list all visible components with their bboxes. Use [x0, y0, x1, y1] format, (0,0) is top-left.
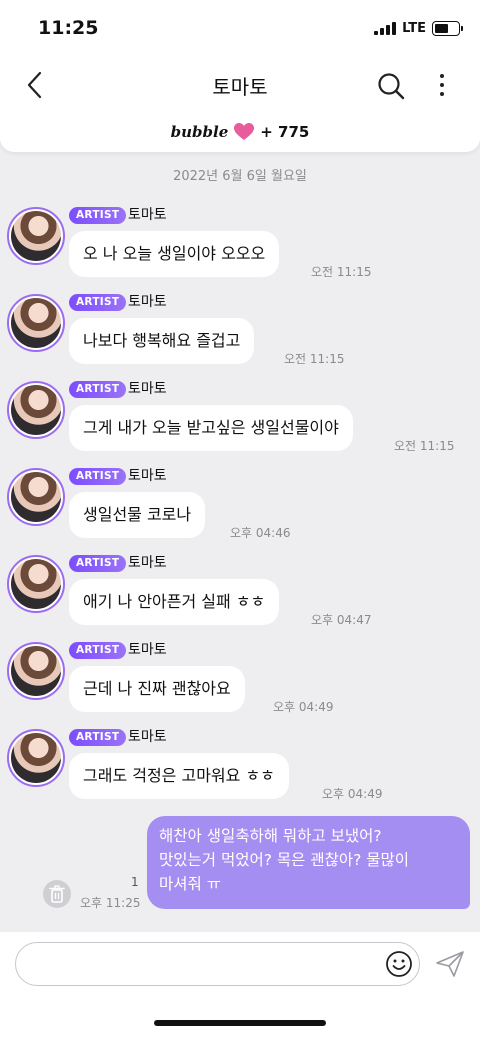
sender-name: 토마토: [128, 555, 167, 571]
message-row: ARTIST 토마토 생일선물 코로나 오후 04:46: [0, 468, 480, 548]
message-time: 오전 11:15: [284, 352, 345, 366]
battery-icon: [432, 21, 463, 36]
message-row: ARTIST 토마토 오 나 오늘 생일이야 오오오 오전 11:15: [0, 207, 480, 287]
message-input[interactable]: [32, 943, 382, 985]
message-row: ARTIST 토마토 나보다 행복해요 즐겁고 오전 11:15: [0, 294, 480, 374]
avatar[interactable]: [7, 468, 65, 526]
date-separator: 2022년 6월 6일 월요일: [173, 169, 307, 184]
sent-message-line: 맛있는거 먹었어? 목은 괜찮아? 물많이: [159, 851, 410, 869]
sender-name: 토마토: [128, 294, 167, 310]
message-input-box: [15, 942, 420, 986]
sent-message-line: 마셔줘 ㅠ: [159, 875, 221, 893]
avatar[interactable]: [7, 207, 65, 265]
message-row: ARTIST 토마토 애기 나 안아픈거 실패 ㅎㅎ 오후 04:47: [0, 555, 480, 635]
artist-badge: ARTIST: [69, 207, 127, 224]
sender-name: 토마토: [128, 729, 167, 745]
artist-badge: ARTIST: [69, 555, 127, 572]
sender-name: 토마토: [128, 381, 167, 397]
message-bubble[interactable]: 그래도 걱정은 고마워요 ㅎㅎ: [69, 753, 289, 799]
bubble-banner[interactable]: bubble + 775: [0, 112, 480, 152]
unread-count: 1: [131, 875, 139, 889]
smiley-icon: [386, 951, 412, 977]
home-indicator: [154, 1020, 326, 1026]
trash-icon: [49, 885, 65, 903]
status-time: 11:25: [38, 17, 99, 39]
heart-icon: [234, 123, 255, 140]
composer-area: [0, 932, 480, 1039]
sender-name: 토마토: [128, 642, 167, 658]
bubble-logo: bubble: [170, 123, 229, 141]
message-time: 오전 11:15: [311, 265, 372, 279]
message-time: 오후 04:46: [230, 526, 291, 540]
artist-badge: ARTIST: [69, 294, 127, 311]
message-time: 오전 11:15: [394, 439, 455, 453]
message-time: 오후 04:49: [322, 787, 383, 801]
artist-badge: ARTIST: [69, 468, 127, 485]
paper-plane-icon: [436, 951, 464, 977]
sent-message-time: 오후 11:25: [80, 896, 141, 910]
chat-header: 토마토: [0, 58, 480, 112]
message-time: 오후 04:49: [273, 700, 334, 714]
message-row: ARTIST 토마토 그래도 걱정은 고마워요 ㅎㅎ 오후 04:49: [0, 729, 480, 809]
message-bubble[interactable]: 생일선물 코로나: [69, 492, 206, 538]
search-icon: [378, 73, 405, 100]
message-row: ARTIST 토마토 그게 내가 오늘 받고싶은 생일선물이야 오전 11:15: [0, 381, 480, 461]
search-button[interactable]: [376, 71, 406, 101]
avatar[interactable]: [7, 642, 65, 700]
sent-message-bubble[interactable]: 해찬아 생일축하해 뭐하고 보냈어? 맛있는거 먹었어? 목은 괜찮아? 물많이…: [147, 816, 470, 909]
message-bubble[interactable]: 그게 내가 오늘 받고싶은 생일선물이야: [69, 405, 353, 451]
avatar[interactable]: [7, 555, 65, 613]
avatar[interactable]: [7, 729, 65, 787]
send-button[interactable]: [434, 949, 466, 979]
avatar[interactable]: [7, 294, 65, 352]
status-bar: 11:25 LTE: [0, 0, 480, 58]
more-vertical-icon: [440, 74, 444, 96]
network-label: LTE: [402, 21, 426, 36]
chat-title: 토마토: [212, 75, 268, 99]
emoji-button[interactable]: [385, 950, 413, 978]
delete-message-button[interactable]: [43, 880, 71, 908]
message-time: 오후 04:47: [311, 613, 372, 627]
avatar[interactable]: [7, 381, 65, 439]
sender-name: 토마토: [128, 207, 167, 223]
sender-name: 토마토: [128, 468, 167, 484]
status-icons: LTE: [374, 21, 463, 36]
message-bubble[interactable]: 근데 나 진짜 괜찮아요: [69, 666, 245, 712]
message-row: ARTIST 토마토 근데 나 진짜 괜찮아요 오후 04:49: [0, 642, 480, 722]
more-button[interactable]: [432, 71, 452, 101]
artist-badge: ARTIST: [69, 381, 127, 398]
bubble-count: + 775: [260, 123, 310, 141]
message-bubble[interactable]: 애기 나 안아픈거 실패 ㅎㅎ: [69, 579, 280, 625]
artist-badge: ARTIST: [69, 642, 127, 659]
artist-badge: ARTIST: [69, 729, 127, 746]
message-bubble[interactable]: 나보다 행복해요 즐겁고: [69, 318, 255, 364]
signal-icon: [374, 22, 397, 35]
message-bubble[interactable]: 오 나 오늘 생일이야 오오오: [69, 231, 280, 277]
sent-message-line: 해찬아 생일축하해 뭐하고 보냈어?: [159, 827, 382, 845]
